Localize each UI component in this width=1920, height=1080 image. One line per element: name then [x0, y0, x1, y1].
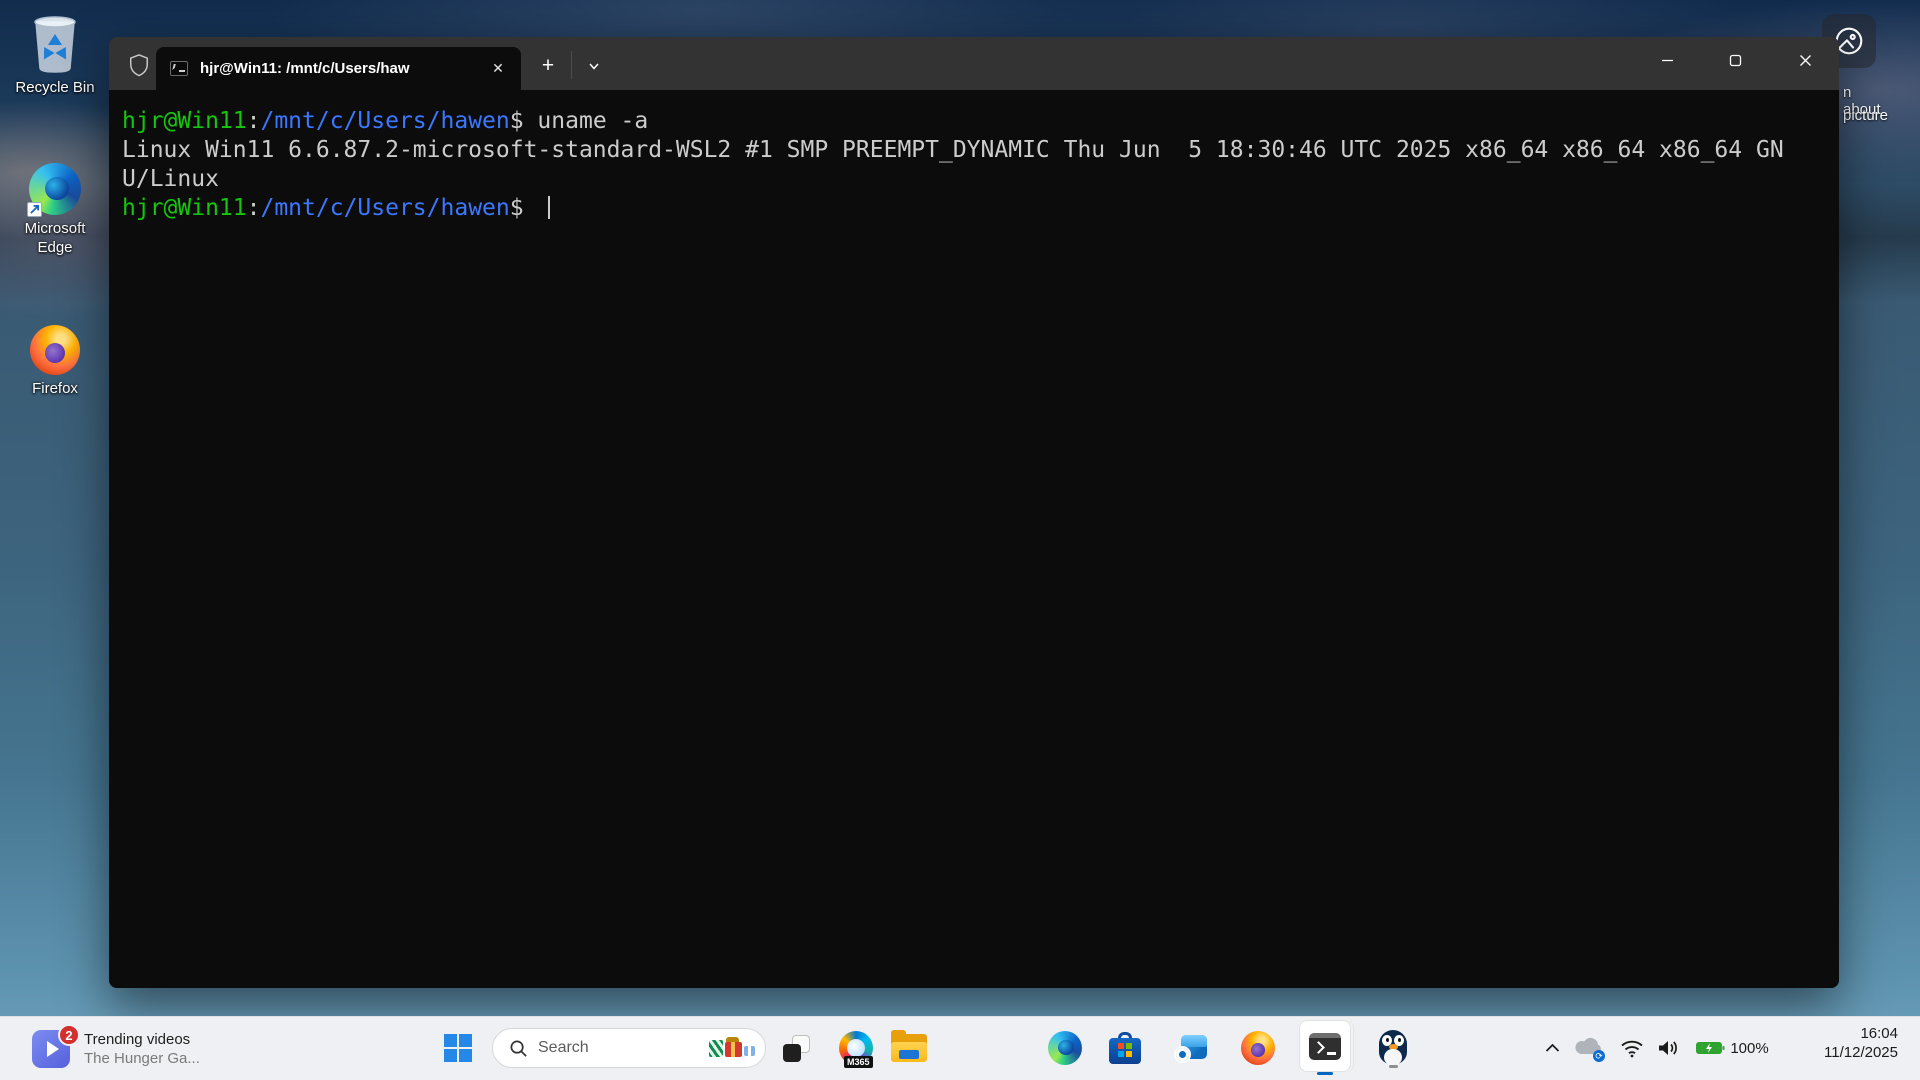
edge-icon [1048, 1031, 1082, 1065]
tabbar-divider [571, 51, 572, 79]
terminal-cursor [548, 196, 551, 219]
copilot-m365-button[interactable]: M365 [834, 1022, 878, 1074]
search-seasonal-gifts-icon [709, 1036, 755, 1057]
onedrive-cloud-icon: ⟳ [1574, 1036, 1605, 1062]
desktop-icon-edge[interactable]: Microsoft Edge [3, 163, 107, 257]
terminal-app-icon [170, 61, 188, 76]
new-tab-button[interactable]: + [529, 47, 567, 85]
firefox-icon [1241, 1031, 1275, 1065]
start-button[interactable] [436, 1022, 480, 1074]
tab-close-icon[interactable]: ✕ [485, 56, 511, 82]
close-button[interactable] [1782, 37, 1828, 83]
speaker-icon [1659, 1041, 1677, 1055]
search-placeholder: Search [538, 1039, 589, 1056]
m365-badge: M365 [844, 1056, 873, 1068]
terminal-window: hjr@Win11: /mnt/c/Users/haw ✕ + hjr@Win1… [109, 37, 1839, 988]
battery-icon [1696, 1042, 1725, 1054]
spotlight-text-2: picture [1843, 107, 1889, 124]
task-view-button[interactable] [774, 1022, 818, 1074]
tab-title: hjr@Win11: /mnt/c/Users/haw [200, 60, 410, 77]
onedrive-tray-button[interactable]: ⟳ [1568, 1022, 1608, 1074]
sync-badge-icon: ⟳ [1593, 1050, 1605, 1062]
copilot-icon: M365 [839, 1031, 873, 1068]
windows-logo-icon [444, 1034, 472, 1062]
desktop: Recycle Bin Microsoft Edge Firefox n abo… [0, 0, 1920, 1080]
file-explorer-icon [891, 1030, 927, 1062]
edge-label-2: Edge [37, 239, 73, 256]
clock-date: 11/12/2025 [1824, 1044, 1898, 1061]
terminal-button-active[interactable] [1299, 1020, 1351, 1075]
desktop-icon-recycle-bin[interactable]: Recycle Bin [3, 12, 107, 97]
clock[interactable]: 16:04 11/12/2025 [1824, 1024, 1898, 1062]
task-view-icon [782, 1034, 810, 1062]
edge-button[interactable] [1043, 1022, 1087, 1074]
terminal-line-prompt-1: hjr@Win11:/mnt/c/Users/hawen$ uname -a [122, 107, 1839, 136]
widget-subtitle: The Hunger Ga... [84, 1050, 200, 1067]
terminal-titlebar[interactable]: hjr@Win11: /mnt/c/Users/haw ✕ + [109, 37, 1839, 90]
terminal-line-prompt-2: hjr@Win11:/mnt/c/Users/hawen$ [122, 194, 1839, 223]
firefox-icon [30, 325, 80, 375]
microsoft-store-button[interactable] [1103, 1022, 1147, 1074]
terminal-tab[interactable]: hjr@Win11: /mnt/c/Users/haw ✕ [156, 47, 521, 90]
play-icon [46, 1041, 59, 1057]
prompt-user: hjr@Win11 [122, 108, 247, 134]
admin-shield-icon [126, 52, 152, 78]
volume-tray-button[interactable] [1650, 1022, 1686, 1074]
clock-time: 16:04 [1860, 1025, 1898, 1042]
chevron-up-icon [1545, 1043, 1559, 1052]
ubuntu-wsl-button[interactable] [1371, 1022, 1415, 1074]
minimize-button[interactable] [1644, 37, 1690, 83]
trending-videos-icon: 2 [32, 1024, 80, 1068]
microsoft-store-icon [1109, 1032, 1141, 1064]
edge-icon [27, 163, 81, 217]
tux-penguin-icon [1377, 1030, 1409, 1068]
shortcut-arrow-icon [27, 202, 42, 217]
search-icon [510, 1040, 527, 1057]
tray-overflow-button[interactable] [1537, 1022, 1567, 1074]
running-app-indicator [1389, 1065, 1398, 1068]
active-app-indicator [1317, 1072, 1333, 1075]
prompt-sep: : [246, 108, 261, 134]
recycle-bin-icon [34, 16, 76, 73]
firefox-button[interactable] [1236, 1022, 1280, 1074]
wifi-tray-button[interactable] [1614, 1022, 1650, 1074]
prompt-command: $ uname -a [509, 108, 649, 134]
tab-dropdown-button[interactable] [575, 47, 613, 85]
wifi-icon [1621, 1040, 1643, 1057]
search-box[interactable]: Search [492, 1028, 766, 1068]
prompt-path: /mnt/c/Users/hawen [260, 108, 510, 134]
desktop-icon-firefox[interactable]: Firefox [3, 325, 107, 398]
maximize-button[interactable] [1712, 37, 1758, 83]
firefox-label: Firefox [32, 380, 78, 397]
battery-percent: 100% [1730, 1039, 1769, 1057]
terminal-output-line-1: Linux Win11 6.6.87.2-microsoft-standard-… [122, 137, 1784, 163]
windows-terminal-icon [1299, 1020, 1351, 1072]
widget-title: Trending videos [84, 1031, 191, 1048]
recycle-bin-label: Recycle Bin [15, 79, 95, 96]
file-explorer-button[interactable] [887, 1022, 931, 1074]
terminal-output-line-2: U/Linux [122, 166, 219, 192]
widget-notification-badge: 2 [58, 1024, 80, 1046]
outlook-icon [1173, 1033, 1207, 1063]
edge-label-1: Microsoft [24, 220, 86, 237]
outlook-button[interactable] [1168, 1022, 1212, 1074]
battery-tray-button[interactable]: 100% [1686, 1022, 1778, 1074]
terminal-body[interactable]: hjr@Win11:/mnt/c/Users/hawen$ uname -a L… [109, 90, 1839, 988]
widgets-button[interactable]: 2 Trending videos The Hunger Ga... [24, 1024, 208, 1073]
